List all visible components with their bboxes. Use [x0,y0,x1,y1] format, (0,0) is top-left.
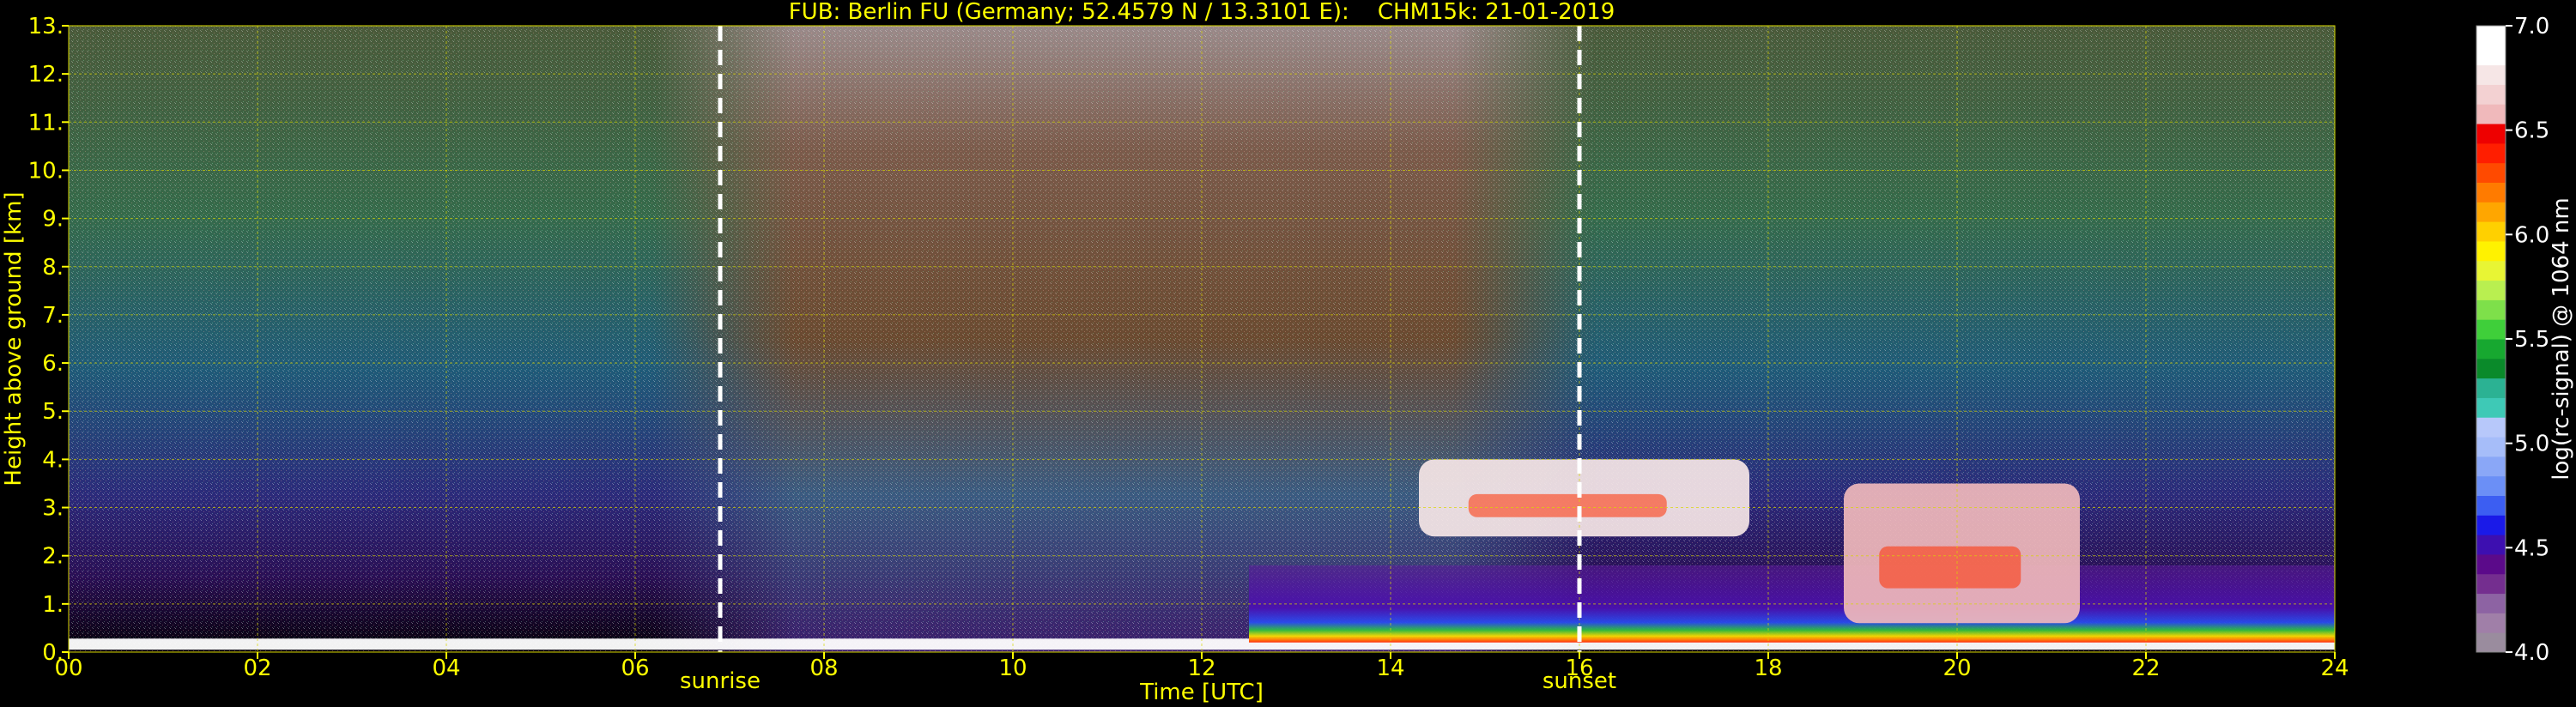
colorbar-swatch [2476,142,2506,164]
colorbar-swatch [2476,417,2506,438]
x-tick-label: 04 [432,656,460,681]
y-tick-label: 0. [42,640,64,666]
colorbar-swatch [2476,162,2506,183]
y-tick-label: 9. [42,207,64,233]
colorbar-swatch [2476,573,2506,595]
cloud-core-2 [1468,493,1667,517]
x-tick-label: 10 [998,656,1027,681]
colorbar-tick-label: 5.5 [2514,327,2549,353]
y-tick-label: 5. [42,399,64,425]
colorbar-swatch [2476,202,2506,222]
x-axis: 00 02 04 06 08 10 12 14 16 18 20 22 24 [54,652,2349,681]
colorbar-swatch [2476,84,2506,105]
colorbar-swatches [2476,26,2506,653]
x-tick-label: 22 [2131,656,2160,681]
colorbar-swatch [2476,104,2506,124]
colorbar-swatch [2476,124,2506,144]
colorbar-swatch [2476,632,2506,653]
y-tick-label: 7. [42,303,64,329]
y-tick-label: 10. [28,158,64,184]
colorbar-swatch [2476,260,2506,281]
x-tick-label: 14 [1376,656,1404,681]
y-tick-label: 8. [42,255,64,281]
colorbar-swatch [2476,553,2506,575]
colorbar-tick-label: 4.5 [2514,535,2549,561]
x-tick-label: 06 [621,656,649,681]
colorbar: 4.0 4.5 5.0 5.5 6.0 6.5 7.0 log(rc-signal) @ 1… [2476,14,2574,666]
y-tick-label: 12. [28,62,64,88]
colorbar-tick-label: 4.0 [2514,640,2549,666]
colorbar-swatch [2476,495,2506,516]
colorbar-tick-label: 7.0 [2514,14,2549,39]
colorbar-tick-label: 6.5 [2514,118,2549,144]
colorbar-swatch [2476,378,2506,398]
x-tick-label: 20 [1943,656,1971,681]
plot-area: sunrise sunset [68,25,2336,694]
y-tick-label: 11. [28,110,64,136]
colorbar-swatch [2476,456,2506,477]
colorbar-swatch [2476,26,2506,46]
x-tick-label: 18 [1754,656,1782,681]
colorbar-swatch [2476,515,2506,535]
y-tick-label: 3. [42,496,64,522]
colorbar-swatch [2476,240,2506,262]
y-axis-label: Height above ground [km] [1,191,27,486]
y-tick-label: 4. [42,447,64,473]
colorbar-swatch [2476,475,2506,496]
x-axis-label: Time [UTC] [1139,680,1264,705]
colorbar-swatch [2476,437,2506,457]
colorbar-swatch [2476,535,2506,555]
colorbar-swatch [2476,358,2506,379]
colorbar-swatch [2476,613,2506,633]
x-tick-label: 08 [809,656,838,681]
colorbar-swatch [2476,339,2506,360]
colorbar-swatch [2476,299,2506,320]
x-tick-label: 12 [1187,656,1215,681]
sunrise-label: sunrise [680,668,761,694]
y-tick-label: 2. [42,544,64,570]
y-tick-label: 13. [28,14,64,39]
y-tick-label: 6. [42,351,64,377]
colorbar-swatch [2476,280,2506,300]
colorbar-swatch [2476,593,2506,613]
x-tick-label: 24 [2320,656,2349,681]
colorbar-swatch [2476,221,2506,242]
chart-title: FUB: Berlin FU (Germany; 52.4579 N / 13.… [789,0,1615,25]
colorbar-ticks: 4.0 4.5 5.0 5.5 6.0 6.5 7.0 [2506,14,2549,666]
colorbar-swatch [2476,45,2506,66]
y-axis: 0. 1. 2. 3. 4. 5. 6. 7. 8. 9. 10. 11. 12. 13. [28,14,69,666]
colorbar-swatch [2476,397,2506,418]
colorbar-swatch [2476,182,2506,202]
x-tick-label: 02 [243,656,271,681]
cloud-core-3 [1879,546,2021,589]
colorbar-tick-label: 5.0 [2514,432,2549,457]
colorbar-label: log(rc-signal) @ 1064 nm [2549,197,2574,480]
colorbar-tick-label: 6.0 [2514,222,2549,248]
colorbar-swatch [2476,319,2506,340]
x-tick-label: 16 [1565,656,1593,681]
y-tick-label: 1. [42,592,64,618]
colorbar-swatch [2476,64,2506,85]
